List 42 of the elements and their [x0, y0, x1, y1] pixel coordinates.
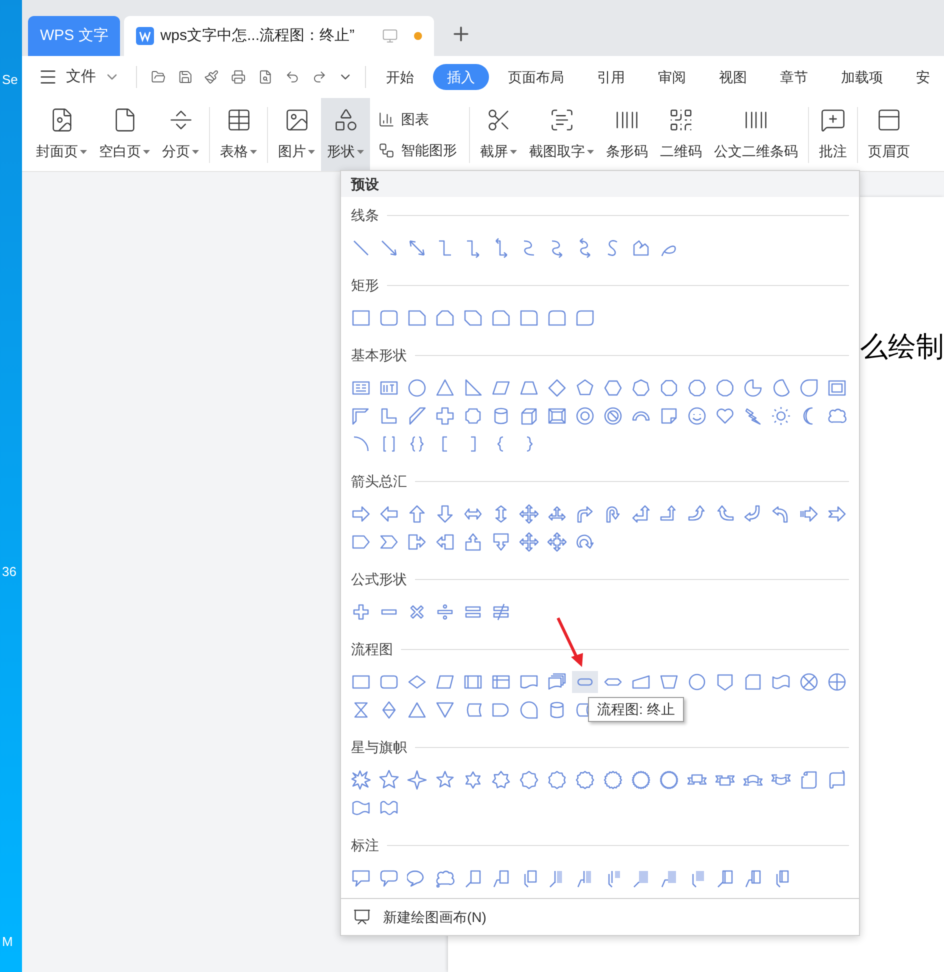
ribbon-button[interactable]: 封面页	[30, 98, 93, 171]
tab-title: wps文字中怎...流程图：终止”	[160, 26, 355, 46]
ribbon-tab[interactable]: 引用	[582, 64, 639, 90]
new-canvas-menu-item[interactable]: 新建绘图画布(N)	[341, 899, 859, 935]
ribbon-button[interactable]: 页眉页	[862, 98, 916, 171]
tooltip: 流程图: 终止	[588, 697, 684, 722]
section-title: 流程图	[351, 640, 393, 658]
ribbon-button[interactable]: 截图取字	[523, 98, 600, 171]
desktop-icon-label: M	[2, 933, 13, 951]
desktop-icon-label: Se	[2, 71, 18, 89]
ribbon-button[interactable]: 图片	[272, 98, 321, 171]
ribbon-button[interactable]: 表格	[214, 98, 263, 171]
ribbon-button[interactable]: 分页	[156, 98, 205, 171]
ribbon-tab[interactable]: 加载项	[826, 64, 897, 90]
ribbon-tab[interactable]: 开始	[372, 64, 428, 90]
section-title: 公式形状	[351, 570, 407, 588]
ribbon-button[interactable]: 截屏	[474, 98, 523, 171]
file-menu-button[interactable]: 文件	[32, 66, 126, 88]
tab-title: WPS 文字	[40, 26, 108, 46]
section-title: 箭头总汇	[351, 472, 407, 490]
ribbon-button[interactable]: 公文二维条码	[708, 98, 804, 171]
panel-header: 预设	[341, 171, 859, 197]
ribbon-tab[interactable]: 章节	[766, 64, 822, 90]
ribbon-button[interactable]: 图表	[374, 106, 461, 132]
section-title: 星与旗帜	[351, 738, 407, 756]
ribbon-button[interactable]: 形状	[321, 98, 370, 171]
ribbon-tab[interactable]: 审阅	[644, 64, 700, 90]
ribbon-tab[interactable]: 页面布局	[494, 64, 578, 90]
document-text: 么绘制	[860, 332, 944, 363]
section-title: 基本形状	[351, 346, 407, 364]
section-title: 矩形	[351, 276, 379, 294]
ribbon-tab[interactable]: 安	[902, 64, 944, 90]
desktop-icon-label: 36	[2, 563, 16, 581]
ribbon-button[interactable]: 条形码	[600, 98, 654, 171]
ribbon-tab[interactable]: 视图	[704, 64, 761, 90]
section-title: 标注	[351, 836, 379, 854]
ribbon-button[interactable]: 批注	[813, 98, 853, 171]
ribbon-button[interactable]: 二维码	[654, 98, 708, 171]
ribbon-button[interactable]: 智能图形	[374, 138, 461, 162]
section-title: 线条	[351, 206, 379, 224]
ribbon-button[interactable]: 空白页	[93, 98, 156, 171]
document-tab[interactable]: wps文字中怎...流程图：终止”	[124, 16, 434, 56]
